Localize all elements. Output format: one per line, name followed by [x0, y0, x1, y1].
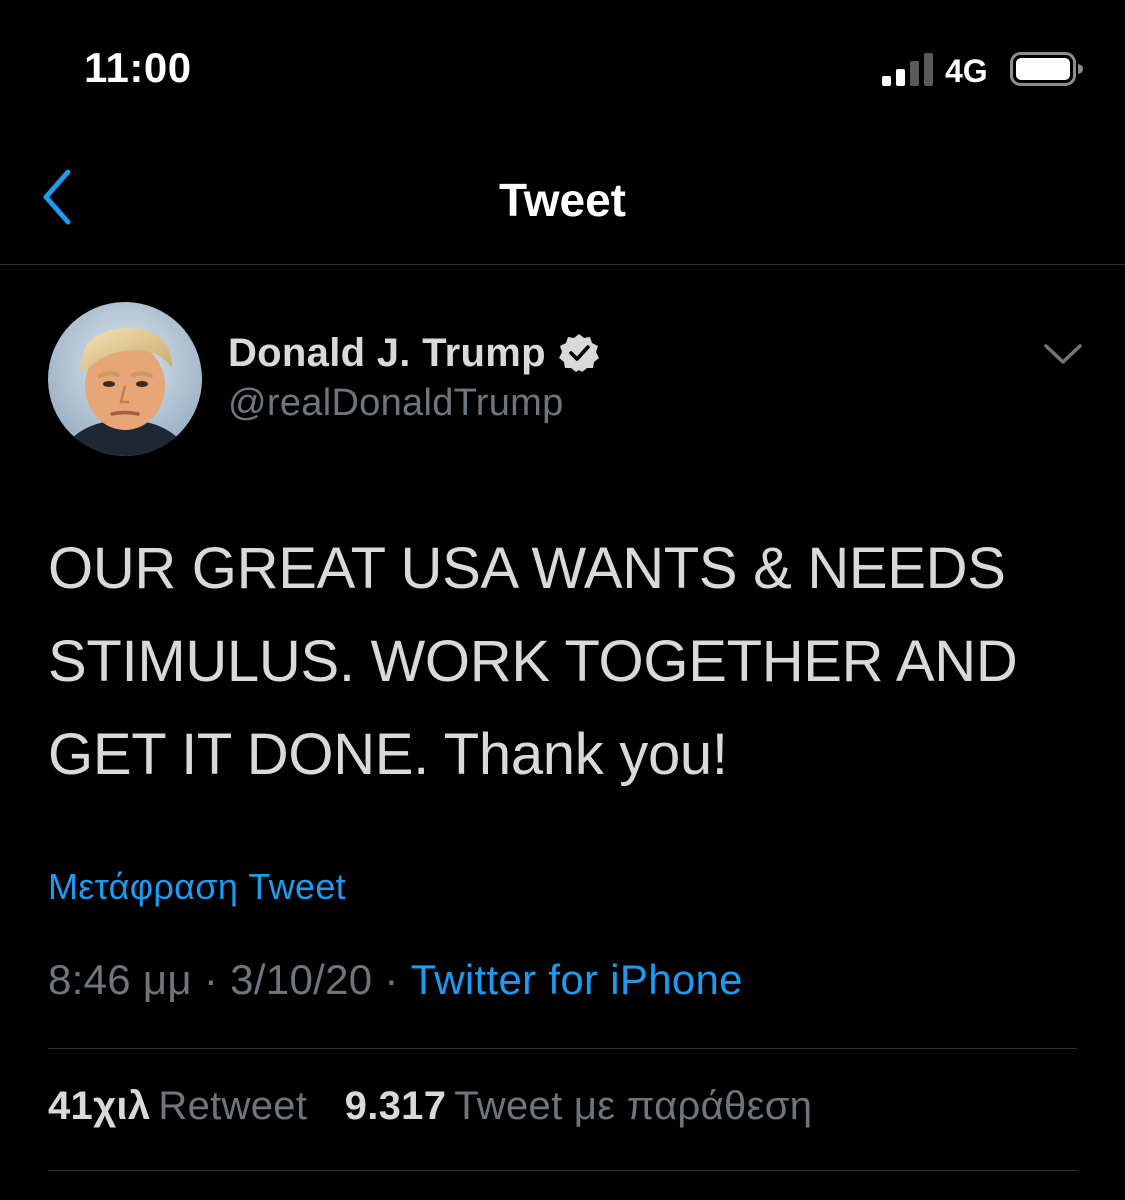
tweet-meta: 8:46 μμ · 3/10/20 · Twitter for iPhone — [48, 956, 743, 1004]
stat-count: 41χιλ — [48, 1084, 151, 1128]
quote-tweet-count-stat[interactable]: 9.317 Tweet με παράθεση — [345, 1084, 813, 1129]
status-time: 11:00 — [84, 44, 192, 91]
tweet-stats: 41χιλ Retweet 9.317 Tweet με παράθεση — [48, 1084, 812, 1129]
translate-tweet-link[interactable]: Μετάφραση Tweet — [48, 866, 346, 908]
nav-divider — [0, 264, 1125, 265]
page-title: Tweet — [499, 174, 626, 226]
tweet-text: OUR GREAT USA WANTS & NEEDS STIMULUS. WO… — [48, 536, 1018, 787]
cellular-signal-icon — [882, 53, 933, 86]
divider — [48, 1170, 1077, 1171]
divider — [48, 1048, 1077, 1049]
author-name: Donald J. Trump — [228, 330, 546, 375]
tweet-date: 3/10/20 — [230, 956, 373, 1003]
chevron-down-icon[interactable] — [1040, 336, 1086, 372]
tweet-source-link[interactable]: Twitter for iPhone — [411, 956, 743, 1003]
author-name-row[interactable]: Donald J. Trump — [228, 326, 600, 380]
stat-label: Tweet με παράθεση — [454, 1084, 813, 1128]
tweet-time: 8:46 μμ — [48, 956, 192, 1003]
battery-icon — [1010, 52, 1083, 86]
retweet-count-stat[interactable]: 41χιλ Retweet — [48, 1084, 307, 1129]
meta-separator: · — [372, 956, 411, 1003]
stat-count: 9.317 — [344, 1084, 447, 1128]
author-avatar[interactable] — [48, 302, 202, 456]
meta-separator: · — [191, 956, 231, 1003]
profile-photo-icon — [48, 302, 202, 456]
network-type-label: 4G — [945, 53, 988, 89]
author-handle[interactable]: @realDonaldTrump — [228, 382, 564, 425]
stat-label: Retweet — [158, 1084, 308, 1128]
verified-badge-icon — [558, 334, 599, 372]
